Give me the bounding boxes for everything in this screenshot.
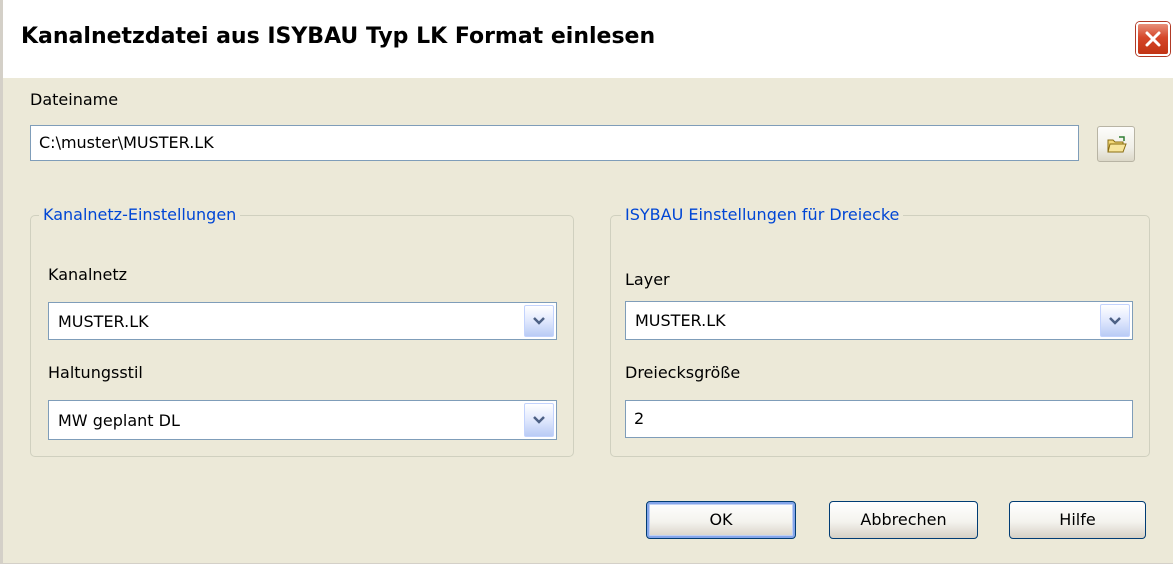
layer-select-value: MUSTER.LK [635,311,726,330]
chevron-down-icon [533,317,545,325]
close-button[interactable] [1136,22,1170,56]
kanalnetz-dropdown-button[interactable] [524,305,554,337]
import-dialog: Kanalnetzdatei aus ISYBAU Typ LK Format … [0,0,1173,564]
cancel-button[interactable]: Abbrechen [829,501,978,539]
haltungsstil-dropdown-button[interactable] [524,403,554,437]
filename-label: Dateiname [30,90,119,109]
folder-open-icon [1107,136,1127,153]
haltungsstil-select[interactable]: MW geplant DL [48,400,557,440]
kanalnetz-select[interactable]: MUSTER.LK [48,302,557,340]
isybau-settings-title: ISYBAU Einstellungen für Dreiecke [621,205,904,224]
haltungsstil-label: Haltungsstil [48,363,143,382]
haltungsstil-select-value: MW geplant DL [58,411,180,430]
window-title: Kanalnetzdatei aus ISYBAU Typ LK Format … [21,24,656,49]
filename-input[interactable]: C:\muster\MUSTER.LK [30,125,1079,161]
triangle-size-input[interactable]: 2 [625,400,1133,438]
triangle-size-label: Dreiecksgröße [625,363,741,382]
kanalnetz-settings-title: Kanalnetz-Einstellungen [39,205,241,224]
close-icon [1145,31,1161,47]
layer-dropdown-button[interactable] [1100,304,1130,337]
help-button[interactable]: Hilfe [1009,501,1146,539]
layer-select[interactable]: MUSTER.LK [625,301,1133,340]
ok-button[interactable]: OK [646,501,796,539]
chevron-down-icon [1109,317,1121,325]
browse-button[interactable] [1097,126,1135,162]
layer-label: Layer [625,270,670,289]
kanalnetz-label: Kanalnetz [48,265,128,284]
title-bar[interactable]: Kanalnetzdatei aus ISYBAU Typ LK Format … [3,0,1173,78]
chevron-down-icon [533,416,545,424]
kanalnetz-select-value: MUSTER.LK [58,312,149,331]
